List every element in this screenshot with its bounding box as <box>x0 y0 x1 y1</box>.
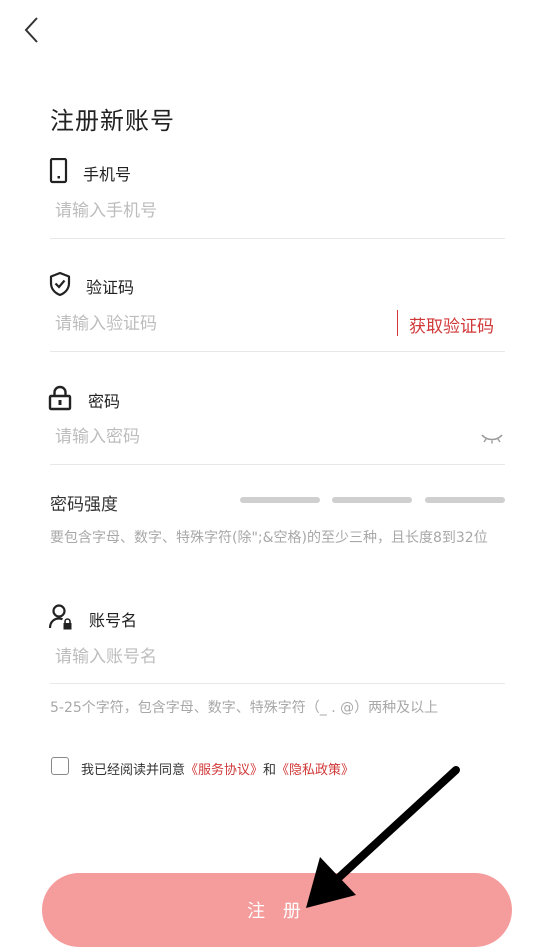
phone-icon <box>48 157 70 184</box>
service-agreement-link[interactable]: 《服务协议》 <box>185 763 263 778</box>
strength-bar-2 <box>332 497 412 503</box>
phone-input[interactable] <box>55 198 385 224</box>
account-hint: 5-25个字符，包含字母、数字、特殊字符（_ . @）两种及以上 <box>50 700 439 716</box>
code-input[interactable] <box>55 311 375 337</box>
strength-bar-1 <box>240 497 320 503</box>
get-code-button[interactable]: 获取验证码 <box>409 312 494 337</box>
strength-label: 密码强度 <box>50 495 118 515</box>
code-divider <box>50 351 505 352</box>
back-arrow-icon <box>24 17 38 43</box>
agreement-prefix: 我已经阅读并同意 <box>81 763 186 778</box>
password-divider <box>50 464 505 465</box>
account-input[interactable] <box>55 644 385 670</box>
page-title: 注册新账号 <box>50 107 175 135</box>
phone-label: 手机号 <box>83 165 132 184</box>
code-separator <box>397 310 398 336</box>
back-button[interactable] <box>18 12 48 48</box>
agreement-checkbox[interactable] <box>51 757 69 775</box>
agreement-conj: 和 <box>263 763 277 778</box>
strength-bar-3 <box>425 497 505 503</box>
password-label: 密码 <box>88 392 121 411</box>
lock-icon <box>48 385 72 411</box>
account-label: 账号名 <box>89 611 138 630</box>
shield-check-icon <box>48 271 71 297</box>
phone-divider <box>50 238 505 239</box>
code-label: 验证码 <box>86 278 135 297</box>
strength-hint: 要包含字母、数字、特殊字符(除";&空格)的至少三种，且长度8到32位 <box>50 530 488 546</box>
user-lock-icon <box>48 603 72 630</box>
account-divider <box>50 683 505 684</box>
password-input[interactable] <box>55 424 385 450</box>
eye-closed-icon[interactable] <box>480 430 504 449</box>
arrow-pointer-icon <box>300 765 465 914</box>
